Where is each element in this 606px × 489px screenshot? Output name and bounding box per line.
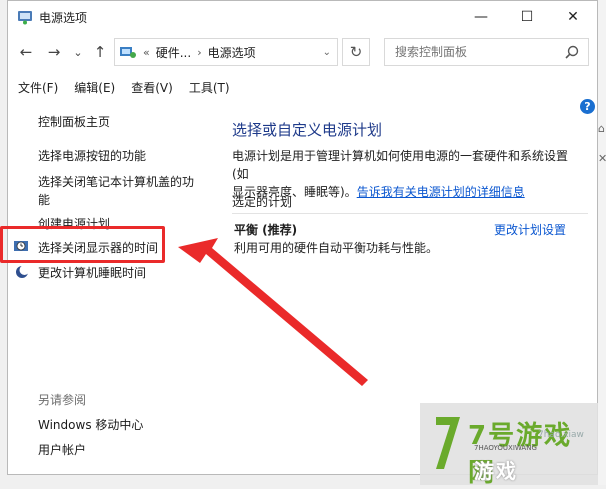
- watermark-game: 游戏: [474, 459, 518, 483]
- watermark: 7号游戏网 7hao.xiaw 7HAOYOUXIWANG 游戏: [420, 403, 598, 488]
- watermark-url: 7hao.xiaw: [538, 430, 584, 440]
- watermark-pinyin: 7HAOYOUXIWANG: [474, 444, 537, 452]
- watermark-logo: [436, 417, 460, 469]
